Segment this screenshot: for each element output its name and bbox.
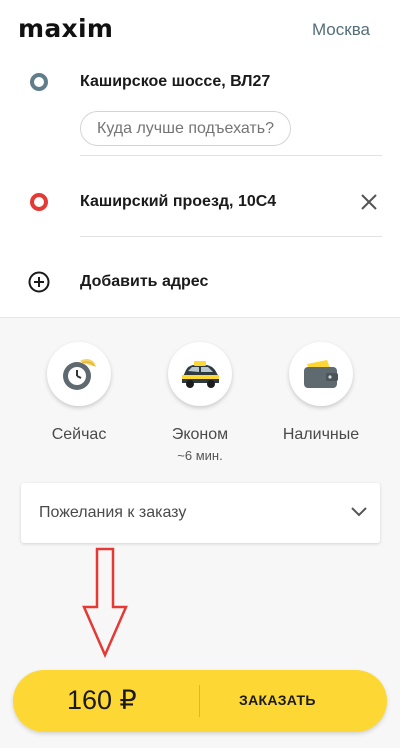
app-logo: maxim bbox=[18, 14, 114, 43]
app-header: maxim Москва bbox=[0, 0, 400, 60]
divider bbox=[80, 236, 382, 237]
time-option-circle[interactable] bbox=[47, 342, 111, 406]
destination-marker-icon bbox=[30, 193, 48, 211]
price-label: 160 ₽ bbox=[67, 685, 137, 715]
taxi-car-icon bbox=[182, 361, 219, 388]
pickup-hint-input[interactable]: Куда лучше подъехать? bbox=[80, 111, 291, 146]
chevron-down-icon bbox=[351, 507, 367, 517]
wallet-icon bbox=[304, 360, 338, 388]
add-address-button[interactable]: Добавить адрес bbox=[80, 273, 208, 291]
destination-address[interactable]: Каширский проезд, 10С4 bbox=[80, 193, 276, 211]
order-bar: 160 ₽ ЗАКАЗАТЬ bbox=[13, 670, 387, 732]
payment-option[interactable]: Наличные bbox=[266, 342, 376, 444]
order-panel: Сейчас Эконом ~6 мин. Наличные Пожелания… bbox=[0, 317, 400, 748]
payment-option-label: Наличные bbox=[282, 426, 360, 443]
order-button[interactable]: ЗАКАЗАТЬ bbox=[239, 692, 316, 708]
tariff-option-label: Эконом bbox=[171, 426, 229, 443]
payment-option-circle[interactable] bbox=[289, 342, 353, 406]
order-wishes-dropdown[interactable]: Пожелания к заказу bbox=[21, 483, 380, 543]
tariff-option-circle[interactable] bbox=[168, 342, 232, 406]
time-option[interactable]: Сейчас bbox=[24, 342, 134, 444]
origin-marker-icon bbox=[30, 73, 48, 91]
tariff-option[interactable]: Эконом ~6 мин. bbox=[145, 342, 255, 463]
annotation-arrow-icon bbox=[82, 547, 128, 659]
add-circle-icon[interactable] bbox=[28, 271, 50, 293]
origin-address[interactable]: Каширское шоссе, ВЛ27 bbox=[80, 73, 270, 91]
close-icon[interactable] bbox=[358, 191, 380, 213]
order-wishes-label: Пожелания к заказу bbox=[39, 504, 187, 521]
clock-icon bbox=[63, 359, 96, 390]
time-option-label: Сейчас bbox=[51, 426, 107, 443]
eta-label: ~6 мин. bbox=[177, 448, 223, 463]
city-selector[interactable]: Москва bbox=[312, 20, 370, 40]
divider bbox=[80, 155, 382, 156]
divider bbox=[199, 685, 200, 717]
